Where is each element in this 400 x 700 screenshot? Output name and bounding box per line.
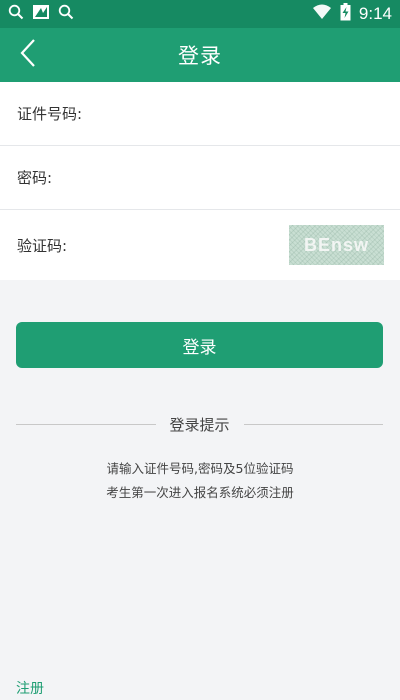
password-label: 密码:: [17, 169, 53, 187]
status-right-icons: 9:14: [312, 3, 392, 25]
login-button[interactable]: 登录: [16, 322, 383, 368]
login-form: 证件号码: 密码: 验证码: BEnsw: [0, 82, 400, 280]
tips-divider: 登录提示: [16, 412, 384, 436]
register-link[interactable]: 注册: [16, 678, 44, 698]
battery-charging-icon: [340, 3, 351, 25]
status-left-icons: [8, 4, 74, 24]
back-chevron-icon: [19, 38, 37, 72]
back-button[interactable]: [8, 34, 48, 76]
id-number-row: 证件号码:: [0, 82, 400, 146]
captcha-image[interactable]: BEnsw: [289, 225, 384, 265]
divider-line-right: [243, 423, 384, 425]
tips-title: 登录提示: [169, 415, 230, 434]
status-time: 9:14: [358, 4, 392, 23]
app-bar: 登录: [0, 28, 400, 82]
id-number-input[interactable]: [82, 82, 400, 145]
password-input[interactable]: [52, 146, 400, 209]
id-number-label: 证件号码:: [17, 105, 83, 123]
search-icon: [8, 4, 24, 24]
app-notification-icon: [32, 4, 50, 24]
divider-line-left: [16, 423, 156, 425]
page-title: 登录: [178, 44, 222, 68]
tips-line-1: 请输入证件号码,密码及5位验证码: [106, 461, 294, 476]
wifi-icon: [312, 4, 332, 24]
status-bar: 9:14: [0, 0, 400, 28]
tips-line-2: 考生第一次进入报名系统必须注册: [106, 485, 294, 500]
search-icon: [58, 4, 74, 24]
password-row: 密码:: [0, 146, 400, 210]
captcha-label: 验证码:: [17, 236, 68, 255]
captcha-row: 验证码: BEnsw: [0, 210, 400, 280]
